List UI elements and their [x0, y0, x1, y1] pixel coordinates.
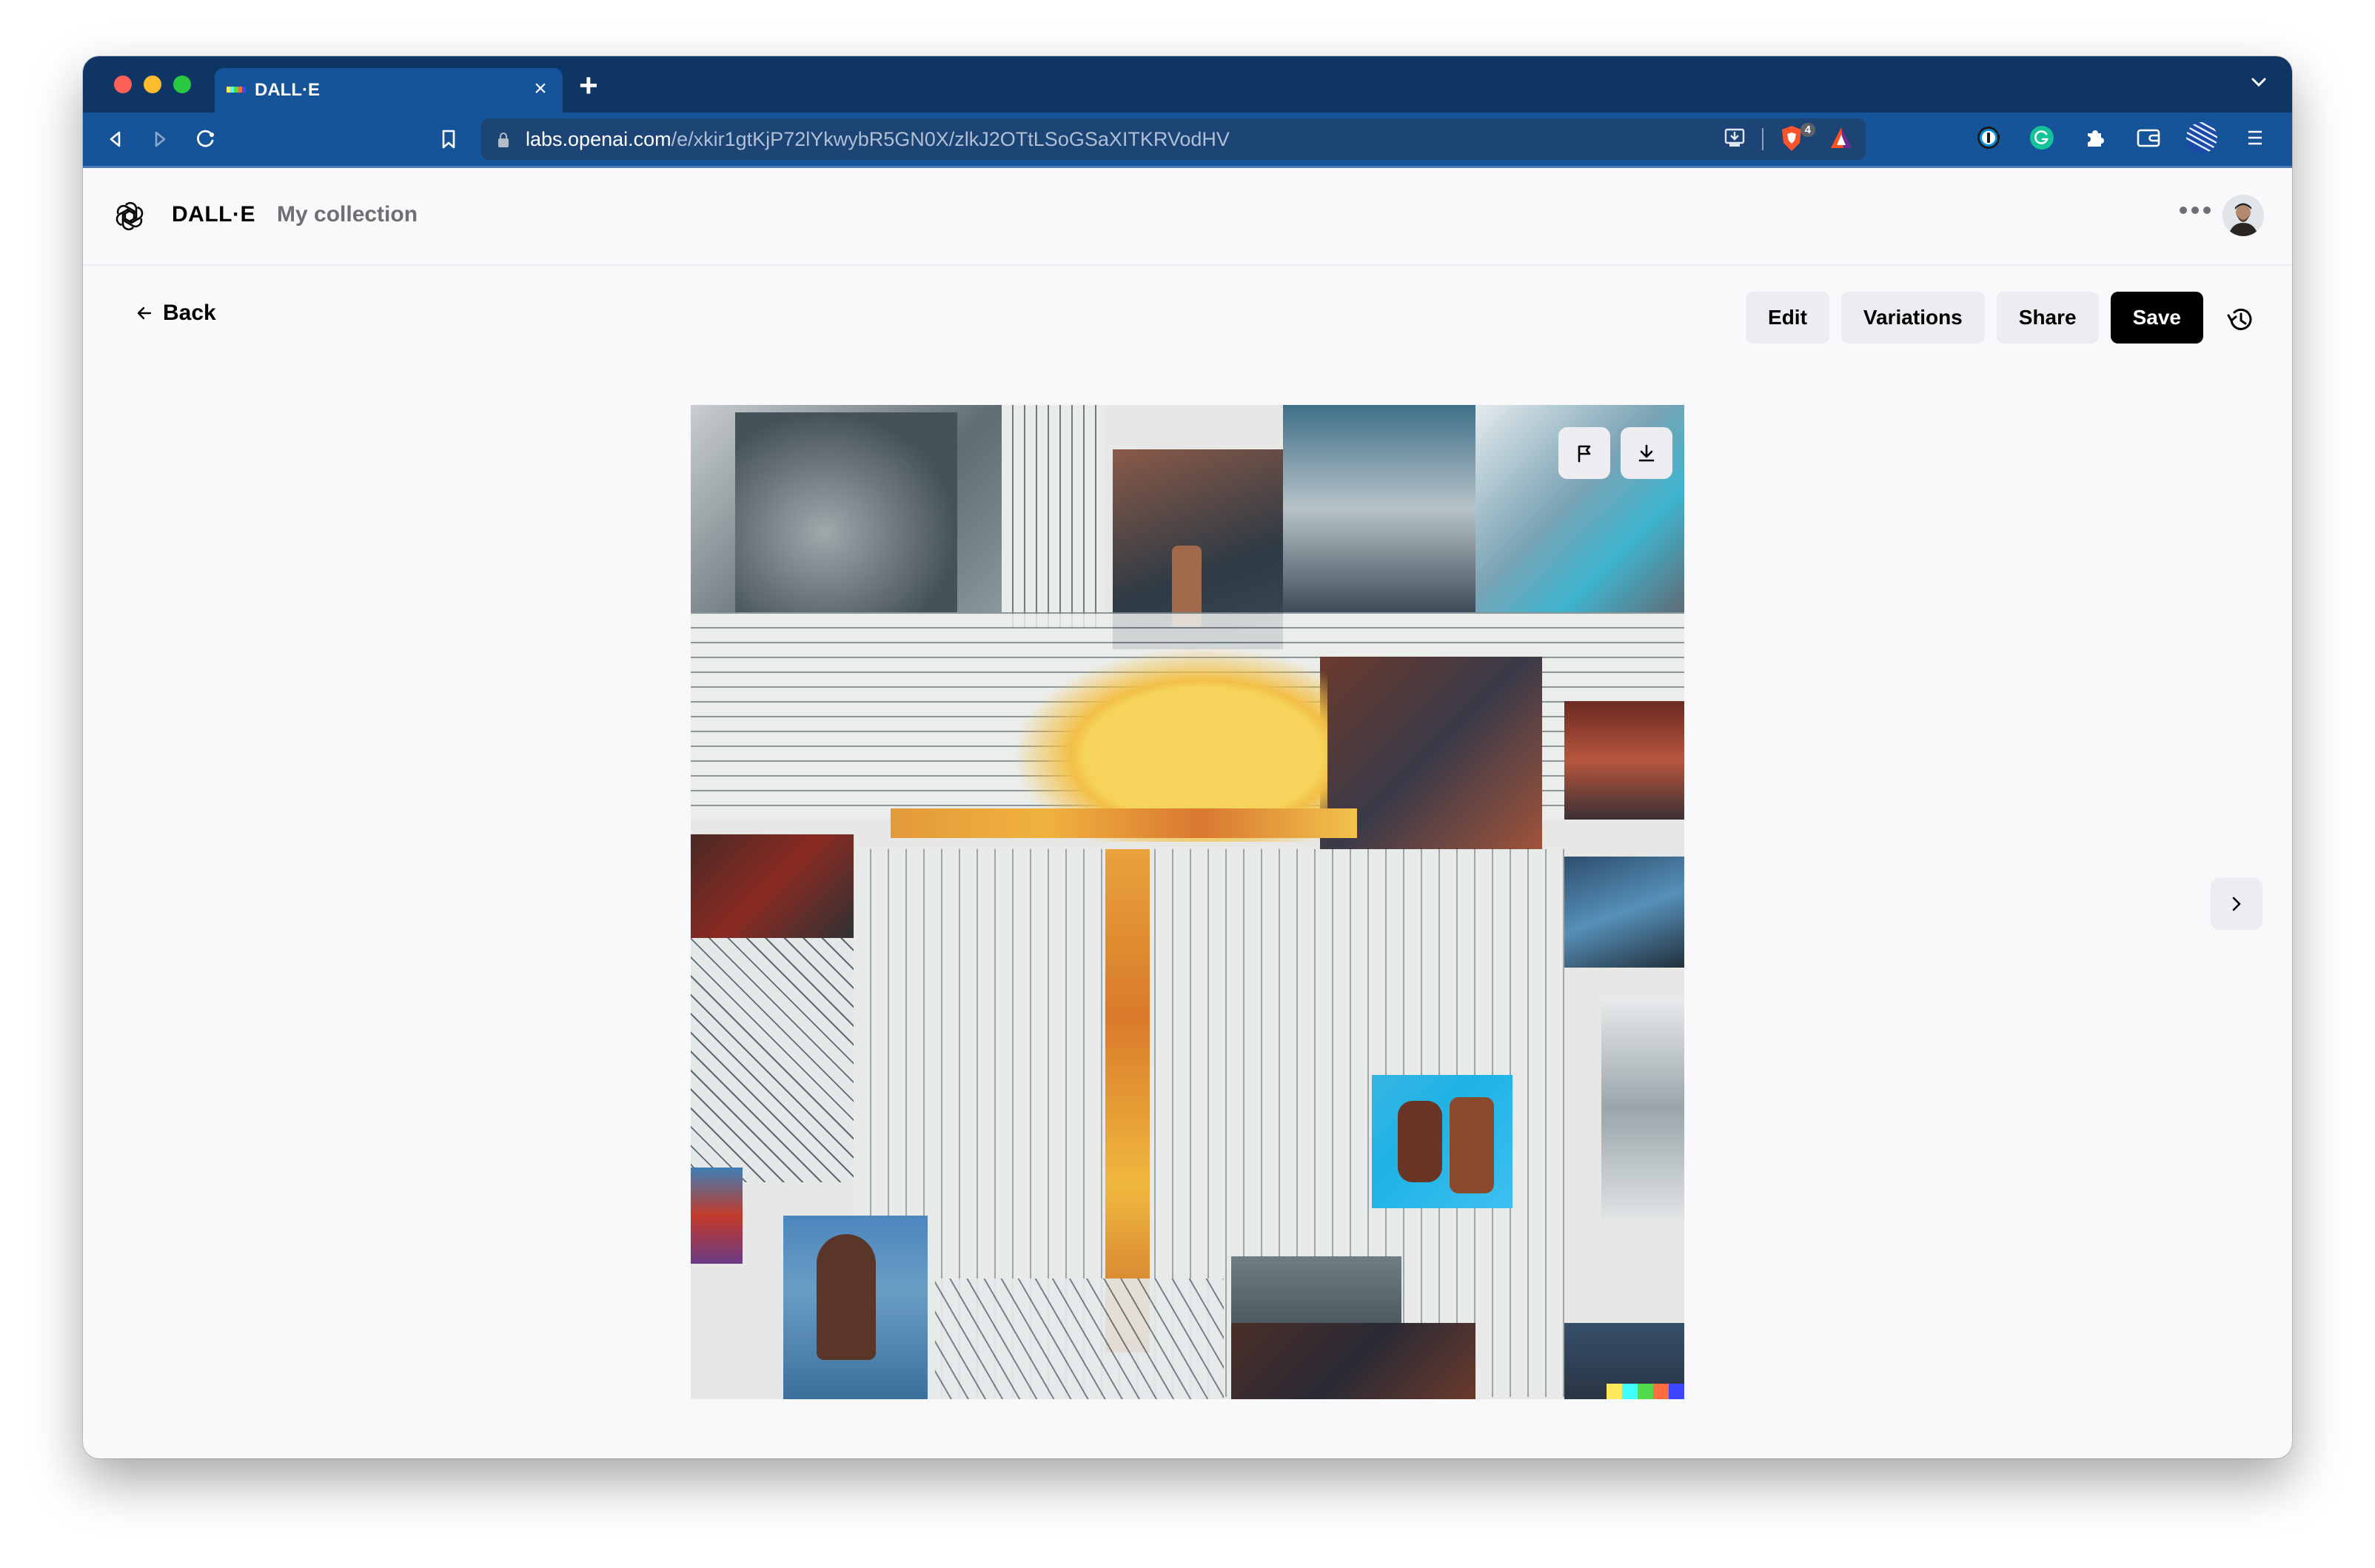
image-region	[1398, 1101, 1442, 1182]
close-window-button[interactable]	[114, 76, 132, 93]
brand-name[interactable]: DALL·E	[172, 202, 255, 227]
signature-swatch	[1622, 1384, 1638, 1399]
flag-icon	[1578, 445, 1591, 463]
save-button[interactable]: Save	[2110, 292, 2203, 344]
wallet-icon[interactable]	[2132, 121, 2165, 154]
brave-shields-icon[interactable]: 4	[1780, 123, 1815, 154]
image-region	[1564, 701, 1684, 820]
maximize-window-button[interactable]	[173, 76, 191, 93]
more-options-icon[interactable]	[2180, 207, 2211, 214]
download-button[interactable]	[1621, 427, 1672, 479]
forward-nav-icon[interactable]	[147, 126, 173, 153]
new-tab-button[interactable]: +	[579, 70, 598, 102]
image-region	[1450, 1097, 1494, 1193]
address-bar[interactable]: labs.openai.com/e/xkir1gtKjP72lYkwybR5GN…	[481, 118, 1866, 160]
image-region	[1564, 857, 1684, 968]
image-region	[691, 1167, 743, 1264]
brave-rewards-icon[interactable]	[1829, 125, 1854, 154]
signature-swatch	[1653, 1384, 1669, 1399]
back-nav-icon[interactable]	[102, 126, 129, 153]
edit-button[interactable]: Edit	[1746, 292, 1829, 344]
signature-swatch	[1669, 1384, 1684, 1399]
browser-toolbar: labs.openai.com/e/xkir1gtKjP72lYkwybR5GN…	[83, 113, 2292, 168]
shields-count-badge: 4	[1800, 123, 1815, 137]
history-icon[interactable]	[2225, 305, 2255, 335]
image-region	[1601, 997, 1684, 1219]
my-collection-link[interactable]: My collection	[277, 202, 418, 227]
user-avatar[interactable]	[2222, 195, 2264, 236]
image-region	[817, 1234, 876, 1360]
tab-bar: DALL·E × +	[83, 56, 2292, 113]
image-region	[1002, 405, 1105, 627]
back-label: Back	[163, 301, 216, 325]
signature-swatch	[1638, 1384, 1653, 1399]
variations-button[interactable]: Variations	[1840, 292, 1985, 344]
dalle-favicon-icon	[227, 87, 247, 93]
browser-window: DALL·E × + labs.openai.com/e/xkir1gtKjP7…	[83, 56, 2292, 1458]
url-path: /e/xkir1gtKjP72lYkwybR5GN0X/zlkJ2OTtLSoG…	[671, 128, 1230, 150]
image-region	[1231, 1323, 1475, 1399]
minimize-window-button[interactable]	[144, 76, 161, 93]
dalle-signature-watermark	[1607, 1384, 1684, 1399]
bookmark-icon[interactable]	[435, 126, 462, 153]
chevron-right-icon	[2232, 897, 2241, 911]
1password-icon[interactable]	[1972, 121, 2005, 154]
next-image-button[interactable]	[2211, 878, 2262, 930]
image-region	[735, 412, 957, 612]
browser-menu-icon[interactable]	[2239, 121, 2271, 154]
install-app-icon[interactable]	[1724, 127, 1746, 153]
image-actions: Edit Variations Share Save	[1746, 292, 2203, 344]
generated-image[interactable]	[691, 405, 1684, 1399]
image-region	[1283, 405, 1475, 612]
browser-tab-dalle[interactable]: DALL·E ×	[215, 68, 563, 113]
url-text[interactable]: labs.openai.com/e/xkir1gtKjP72lYkwybR5GN…	[526, 128, 1230, 151]
report-flag-button[interactable]	[1558, 427, 1610, 479]
grammarly-icon[interactable]	[2026, 121, 2058, 154]
back-button[interactable]: Back	[135, 301, 216, 326]
favicon-swatch	[241, 87, 247, 93]
crane-tower-region	[1105, 849, 1150, 1353]
puzzle-extensions-icon[interactable]	[2079, 121, 2111, 154]
profile-striped-icon[interactable]	[2185, 121, 2218, 154]
reload-icon[interactable]	[192, 126, 219, 153]
arrow-left-icon	[137, 306, 152, 320]
download-icon	[1638, 444, 1655, 462]
tab-list-chevron-down-icon[interactable]	[2248, 71, 2270, 93]
url-host: labs.openai.com	[526, 128, 671, 150]
image-region	[935, 1279, 1224, 1399]
share-button[interactable]: Share	[1996, 292, 2099, 344]
signature-swatch	[1607, 1384, 1622, 1399]
openai-logo-icon[interactable]	[113, 199, 147, 233]
lock-icon	[498, 132, 509, 148]
image-region	[691, 938, 854, 1182]
image-region	[691, 834, 854, 938]
image-region	[891, 808, 1357, 838]
url-divider	[1762, 128, 1763, 150]
app-header: DALL·E My collection	[83, 168, 2292, 266]
tab-close-icon[interactable]: ×	[527, 76, 554, 102]
tab-title: DALL·E	[255, 80, 320, 100]
